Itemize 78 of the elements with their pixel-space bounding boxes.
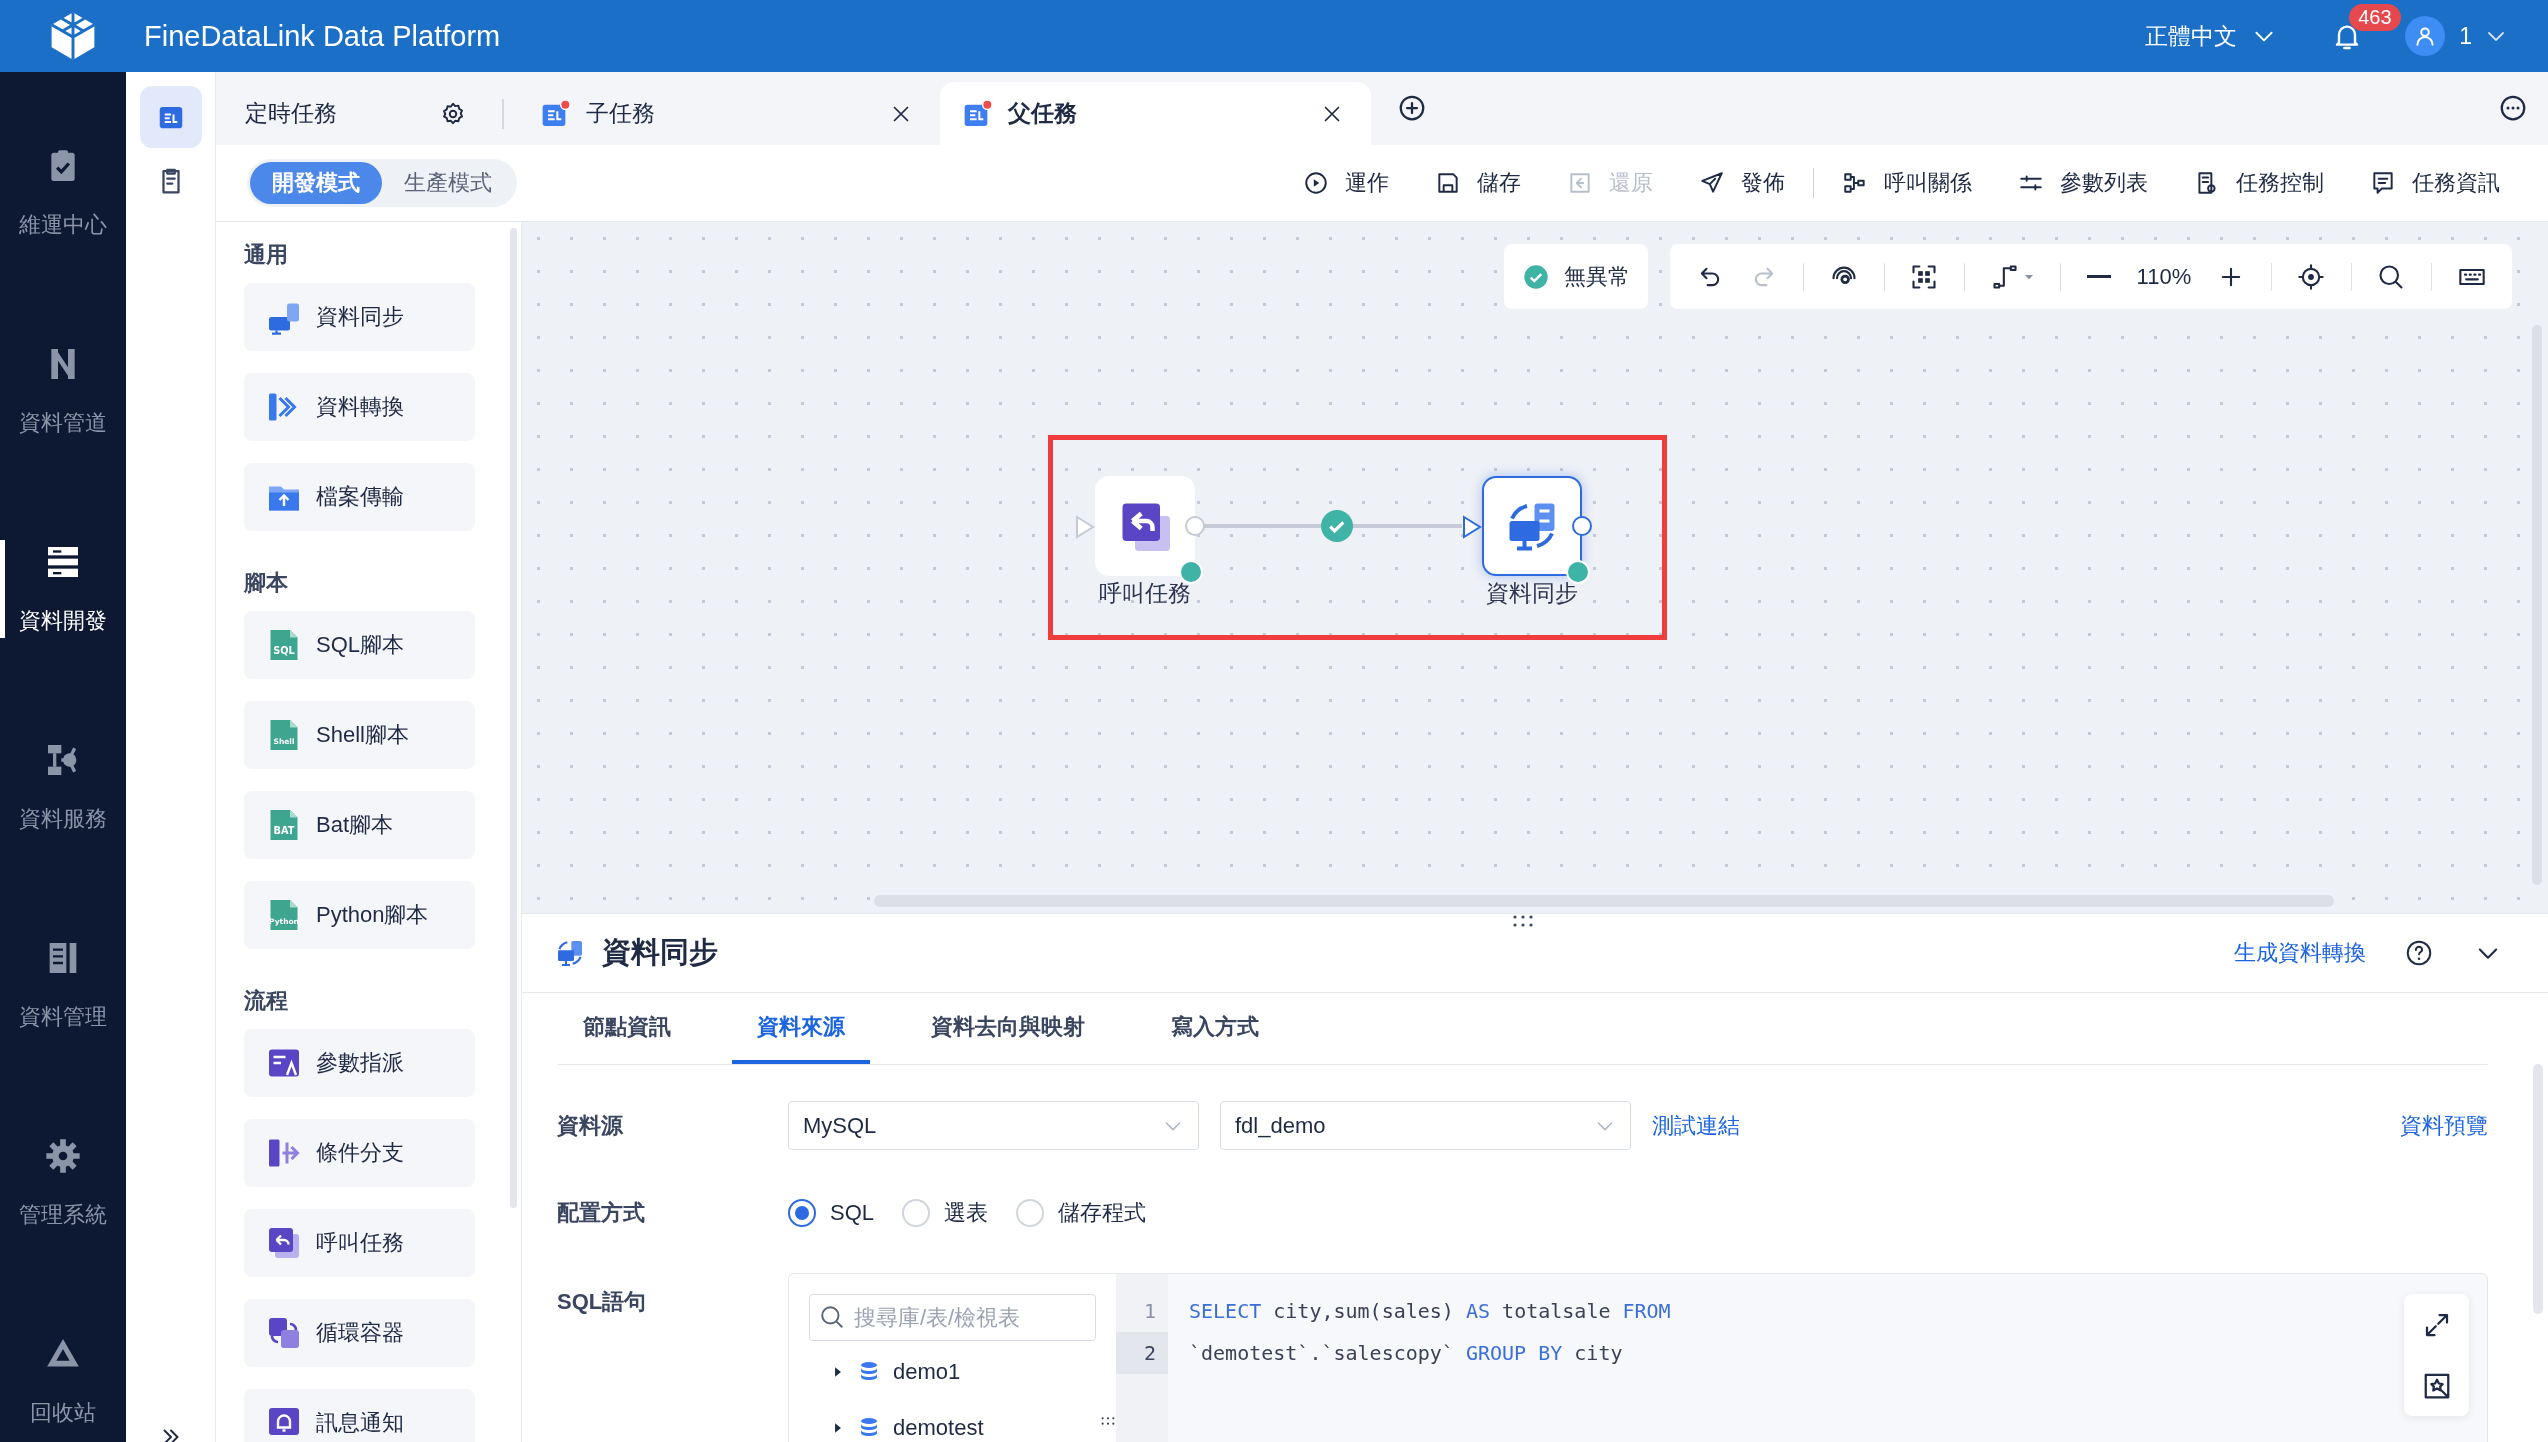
tree-label: demo1 bbox=[893, 1359, 961, 1385]
panel-tab[interactable]: 資料去向與映射 bbox=[906, 993, 1110, 1064]
component-label: 資料同步 bbox=[316, 303, 404, 331]
component-label: 條件分支 bbox=[316, 1139, 404, 1167]
component-label: 資料轉換 bbox=[316, 393, 404, 421]
toolbar-button[interactable]: 發佈 bbox=[1699, 168, 1785, 198]
tab[interactable]: 定時任務 bbox=[216, 82, 488, 145]
section-heading: 通用 bbox=[244, 241, 289, 269]
panel-tab[interactable]: 資料來源 bbox=[732, 993, 870, 1064]
generate-transform-link[interactable]: 生成資料轉換 bbox=[2234, 938, 2366, 968]
component-item[interactable]: SQL SQL腳本 bbox=[244, 611, 475, 679]
component-label: 檔案傳輸 bbox=[316, 483, 404, 511]
field-label: 資料源 bbox=[557, 1111, 624, 1140]
component-item[interactable]: BAT Bat腳本 bbox=[244, 791, 475, 859]
database-select[interactable]: fdl_demo bbox=[1220, 1101, 1631, 1150]
line-number: 1 bbox=[1142, 1298, 1157, 1325]
section-heading: 腳本 bbox=[244, 569, 289, 597]
component-item[interactable]: 參數指派 bbox=[244, 1029, 475, 1097]
node-label: 呼叫任務 bbox=[1098, 579, 1192, 608]
radio-label: 儲存程式 bbox=[1058, 1198, 1147, 1227]
component-label: Shell腳本 bbox=[316, 721, 409, 749]
component-item[interactable]: 循環容器 bbox=[244, 1299, 475, 1367]
search-field[interactable]: 搜尋庫/表/檢視表 bbox=[809, 1294, 1096, 1341]
nav-item[interactable]: 資料管道 bbox=[0, 292, 126, 490]
code-line: SELECT city,sum(sales) AS totalsale FROM bbox=[1189, 1298, 1671, 1325]
tree-label: demotest bbox=[893, 1415, 984, 1441]
toolbar-button[interactable]: 運作 bbox=[1303, 168, 1389, 198]
radio-label: SQL bbox=[830, 1199, 875, 1226]
toolbar-button[interactable]: 儲存 bbox=[1435, 168, 1521, 198]
nav-item[interactable]: 資料開發 bbox=[0, 490, 126, 688]
node-label: 資料同步 bbox=[1485, 579, 1579, 608]
mode-option[interactable]: 生產模式 bbox=[382, 162, 514, 204]
notification-count-badge: 463 bbox=[2349, 4, 2401, 31]
panel-tab[interactable]: 寫入方式 bbox=[1146, 993, 1284, 1064]
component-label: 參數指派 bbox=[316, 1049, 404, 1077]
nav-item[interactable]: 維運中心 bbox=[0, 94, 126, 292]
nav-item[interactable]: 資料管理 bbox=[0, 886, 126, 1084]
component-item[interactable]: 資料轉換 bbox=[244, 373, 475, 441]
component-label: 呼叫任務 bbox=[316, 1229, 404, 1257]
tab[interactable]: 子任務 bbox=[518, 82, 940, 145]
component-label: 訊息通知 bbox=[316, 1409, 404, 1437]
panel-title: 資料同步 bbox=[602, 935, 718, 970]
section-heading: 流程 bbox=[244, 987, 289, 1015]
zoom-level: 110% bbox=[2136, 263, 2192, 290]
data-preview-link[interactable]: 資料預覽 bbox=[2400, 1110, 2488, 1141]
tree-item[interactable]: demo1 bbox=[809, 1347, 1096, 1397]
app-title: FineDataLink Data Platform bbox=[144, 19, 501, 53]
nav-item[interactable]: 資料服務 bbox=[0, 688, 126, 886]
tree-item[interactable]: demotest bbox=[809, 1403, 1096, 1442]
panel-tab[interactable]: 節點資訊 bbox=[558, 993, 696, 1064]
toolbar-button[interactable]: 參數列表 bbox=[2018, 168, 2148, 198]
field-label: 配置方式 bbox=[557, 1198, 646, 1227]
component-item[interactable]: 訊息通知 bbox=[244, 1389, 475, 1442]
workflow-canvas[interactable]: 無異常 110% 呼叫任務 資料同步 bbox=[522, 222, 2548, 913]
toolbar-button[interactable]: 呼叫關係 bbox=[1842, 168, 1972, 198]
tab[interactable]: 父任務 bbox=[940, 82, 1371, 145]
user-name[interactable]: 1 bbox=[2459, 22, 2472, 50]
nav-item[interactable]: 管理系統 bbox=[0, 1084, 126, 1282]
component-item[interactable]: 條件分支 bbox=[244, 1119, 475, 1187]
field-label: SQL語句 bbox=[557, 1288, 648, 1316]
status-text: 無異常 bbox=[1564, 262, 1630, 291]
code-line: `demotest`.`salescopy` GROUP BY city bbox=[1189, 1340, 1623, 1367]
radio-label: 選表 bbox=[944, 1198, 989, 1227]
component-label: SQL腳本 bbox=[316, 631, 405, 659]
component-item[interactable]: 呼叫任務 bbox=[244, 1209, 475, 1277]
component-item[interactable]: 檔案傳輸 bbox=[244, 463, 475, 531]
component-item[interactable]: 資料同步 bbox=[244, 283, 475, 351]
source-type-select[interactable]: MySQL bbox=[788, 1101, 1199, 1150]
component-label: Bat腳本 bbox=[316, 811, 394, 839]
toolbar-button[interactable]: 任務控制 bbox=[2194, 168, 2324, 198]
toolbar-button[interactable]: 任務資訊 bbox=[2370, 168, 2500, 198]
component-label: 循環容器 bbox=[316, 1319, 404, 1347]
line-number: 2 bbox=[1116, 1332, 1168, 1374]
component-label: Python腳本 bbox=[316, 901, 429, 929]
mode-option[interactable]: 開發模式 bbox=[250, 162, 382, 204]
nav-item[interactable]: 回收站 bbox=[0, 1282, 126, 1442]
test-connection-link[interactable]: 測試連結 bbox=[1652, 1110, 1740, 1141]
language-selector[interactable]: 正體中文 bbox=[2145, 20, 2278, 52]
